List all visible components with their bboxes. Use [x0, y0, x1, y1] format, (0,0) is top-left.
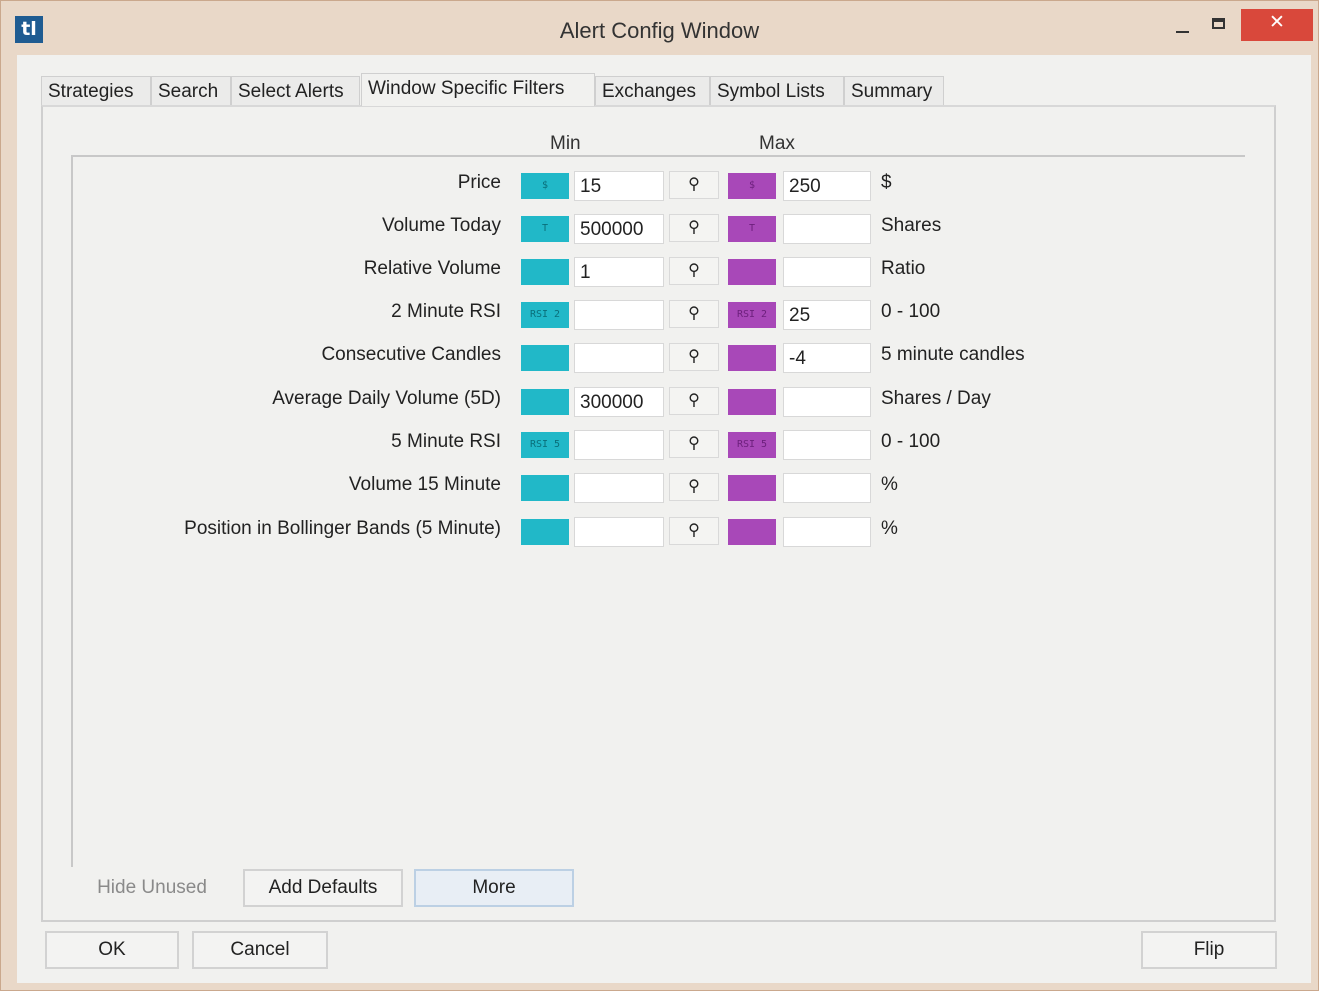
tab-window-specific-filters[interactable]: Window Specific Filters: [361, 73, 595, 106]
maximize-button[interactable]: [1204, 11, 1234, 41]
tab-exchanges[interactable]: Exchanges: [595, 76, 710, 105]
bollinger-bands-max-icon: [728, 519, 776, 545]
min-column-header: Min: [550, 133, 581, 154]
bollinger-bands-max-input[interactable]: [783, 517, 871, 547]
average-daily-volume-max-icon: [728, 389, 776, 415]
dialog-body: Strategies Search Select Alerts Window S…: [17, 55, 1311, 983]
average-daily-volume-unit: Shares / Day: [881, 388, 991, 409]
relative-volume-min-icon: [521, 259, 569, 285]
search-icon: ⚲: [688, 176, 700, 193]
tab-select-alerts[interactable]: Select Alerts: [231, 76, 360, 105]
volume-today-min-icon: T: [521, 216, 569, 242]
filter-label-average-daily-volume: Average Daily Volume (5D): [272, 388, 501, 409]
consecutive-candles-max-input[interactable]: -4: [783, 343, 871, 373]
rsi-2-unit: 0 - 100: [881, 301, 941, 322]
filter-label-2-minute-rsi: 2 Minute RSI: [391, 301, 501, 322]
volume-today-unit: Shares: [881, 215, 942, 236]
title-bar[interactable]: tl Alert Config Window ✕: [1, 1, 1318, 55]
rsi-2-min-input[interactable]: [574, 300, 664, 330]
volume-15-minute-picker-button[interactable]: ⚲: [669, 473, 719, 501]
search-icon: ⚲: [688, 219, 700, 236]
price-max-icon: $: [728, 173, 776, 199]
filter-label-volume-today: Volume Today: [381, 215, 501, 236]
close-icon: ✕: [1269, 12, 1285, 33]
relative-volume-picker-button[interactable]: ⚲: [669, 257, 719, 285]
close-button[interactable]: ✕: [1241, 9, 1313, 41]
filter-label-consecutive-candles: Consecutive Candles: [321, 344, 501, 365]
volume-15-minute-min-input[interactable]: [574, 473, 664, 503]
filter-label-5-minute-rsi: 5 Minute RSI: [391, 431, 501, 452]
filter-label-bollinger-bands: Position in Bollinger Bands (5 Minute): [184, 518, 501, 539]
filter-label-volume-15-minute: Volume 15 Minute: [348, 474, 501, 495]
filter-label-relative-volume: Relative Volume: [363, 258, 501, 279]
tab-search[interactable]: Search: [151, 76, 231, 105]
rsi-5-min-input[interactable]: [574, 430, 664, 460]
rsi-5-min-icon: RSI 5: [521, 432, 569, 458]
rsi-5-picker-button[interactable]: ⚲: [669, 430, 719, 458]
price-max-input[interactable]: 250: [783, 171, 871, 201]
volume-today-picker-button[interactable]: ⚲: [669, 214, 719, 242]
ok-button[interactable]: OK: [45, 931, 179, 969]
tab-strategies[interactable]: Strategies: [41, 76, 151, 105]
rsi-5-max-input[interactable]: [783, 430, 871, 460]
cancel-button[interactable]: Cancel: [192, 931, 328, 969]
rsi-2-min-icon: RSI 2: [521, 302, 569, 328]
alert-config-window: tl Alert Config Window ✕ Strategies Sear…: [0, 0, 1319, 991]
price-unit: $: [881, 172, 892, 193]
consecutive-candles-min-icon: [521, 345, 569, 371]
rsi-2-picker-button[interactable]: ⚲: [669, 300, 719, 328]
volume-15-minute-unit: %: [881, 474, 898, 495]
volume-today-max-input[interactable]: [783, 214, 871, 244]
rsi-2-max-icon: RSI 2: [728, 302, 776, 328]
consecutive-candles-picker-button[interactable]: ⚲: [669, 343, 719, 371]
price-picker-button[interactable]: ⚲: [669, 171, 719, 199]
average-daily-volume-picker-button[interactable]: ⚲: [669, 387, 719, 415]
volume-15-minute-max-icon: [728, 475, 776, 501]
search-icon: ⚲: [688, 262, 700, 279]
consecutive-candles-max-icon: [728, 345, 776, 371]
rsi-5-max-icon: RSI 5: [728, 432, 776, 458]
consecutive-candles-unit: 5 minute candles: [881, 344, 1025, 365]
max-column-header: Max: [759, 133, 795, 154]
more-button[interactable]: More: [414, 869, 574, 907]
volume-15-minute-max-input[interactable]: [783, 473, 871, 503]
consecutive-candles-min-input[interactable]: [574, 343, 664, 373]
relative-volume-min-input[interactable]: 1: [574, 257, 664, 287]
search-icon: ⚲: [688, 348, 700, 365]
tab-symbol-lists[interactable]: Symbol Lists: [710, 76, 844, 105]
search-icon: ⚲: [688, 478, 700, 495]
filter-label-price: Price: [457, 172, 501, 193]
bollinger-bands-min-icon: [521, 519, 569, 545]
average-daily-volume-max-input[interactable]: [783, 387, 871, 417]
volume-today-min-input[interactable]: 500000: [574, 214, 664, 244]
average-daily-volume-min-icon: [521, 389, 569, 415]
volume-15-minute-min-icon: [521, 475, 569, 501]
search-icon: ⚲: [688, 522, 700, 539]
hide-unused-button[interactable]: Hide Unused: [77, 869, 227, 907]
relative-volume-unit: Ratio: [881, 258, 926, 279]
price-min-icon: $: [521, 173, 569, 199]
bollinger-bands-min-input[interactable]: [574, 517, 664, 547]
add-defaults-button[interactable]: Add Defaults: [243, 869, 403, 907]
rsi-5-unit: 0 - 100: [881, 431, 941, 452]
bollinger-bands-unit: %: [881, 518, 898, 539]
search-icon: ⚲: [688, 435, 700, 452]
search-icon: ⚲: [688, 305, 700, 322]
window-title: Alert Config Window: [559, 18, 760, 43]
relative-volume-max-icon: [728, 259, 776, 285]
minimize-button[interactable]: [1167, 11, 1197, 41]
search-icon: ⚲: [688, 392, 700, 409]
relative-volume-max-input[interactable]: [783, 257, 871, 287]
bollinger-bands-picker-button[interactable]: ⚲: [669, 517, 719, 545]
price-min-input[interactable]: 15: [574, 171, 664, 201]
tab-summary[interactable]: Summary: [844, 76, 944, 105]
flip-button[interactable]: Flip: [1141, 931, 1277, 969]
volume-today-max-icon: T: [728, 216, 776, 242]
average-daily-volume-min-input[interactable]: 300000: [574, 387, 664, 417]
rsi-2-max-input[interactable]: 25: [783, 300, 871, 330]
